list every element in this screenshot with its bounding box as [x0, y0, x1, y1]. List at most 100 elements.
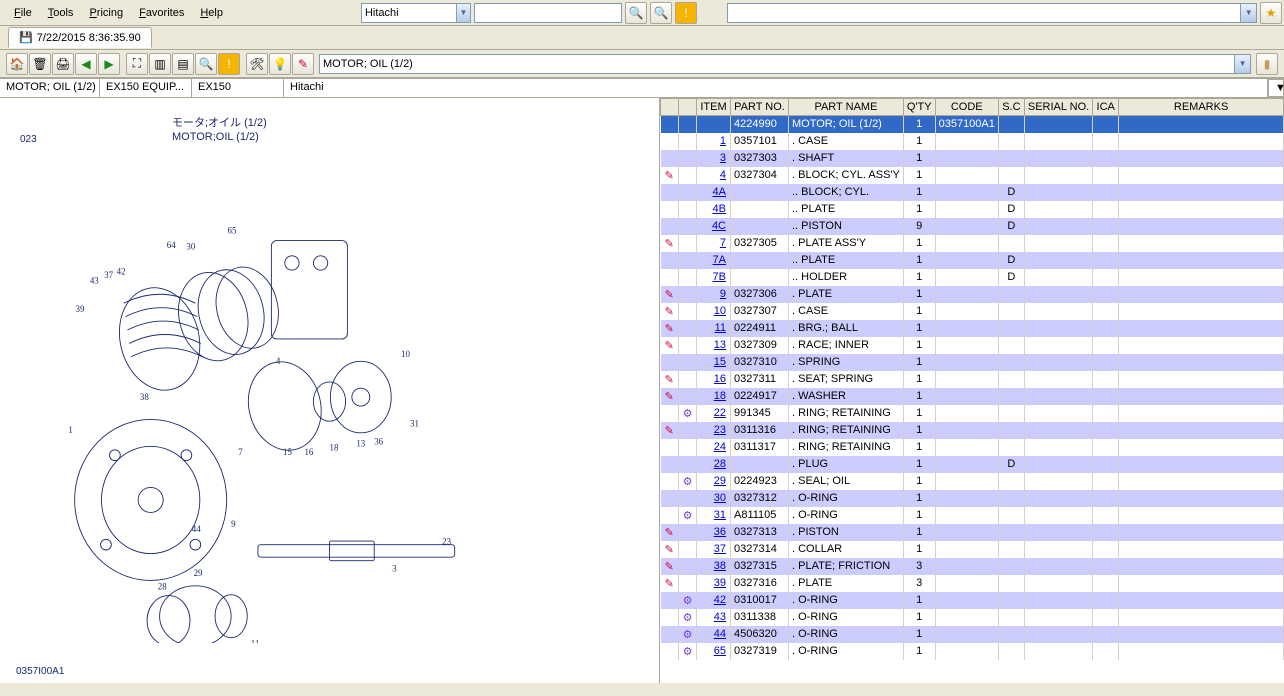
box-icon[interactable]: ▮: [1256, 53, 1278, 75]
item-link[interactable]: 39: [714, 577, 726, 589]
menu-pricing[interactable]: Pricing: [81, 4, 131, 22]
table-row[interactable]: 300327312. O-RING1: [661, 490, 1284, 507]
search1-input[interactable]: [475, 6, 621, 20]
item-link[interactable]: 4: [720, 169, 726, 181]
table-row[interactable]: 7A.. PLATE1D: [661, 252, 1284, 269]
item-link[interactable]: 28: [714, 458, 726, 470]
item-link[interactable]: 4B: [713, 203, 726, 215]
tools-icon[interactable]: 🛠: [246, 53, 268, 75]
table-row[interactable]: 4C.. PISTON9D: [661, 218, 1284, 235]
item-link[interactable]: 18: [714, 390, 726, 402]
item-link[interactable]: 29: [714, 475, 726, 487]
table-row[interactable]: ✎90327306. PLATE1: [661, 286, 1284, 303]
table-row[interactable]: ✎380327315. PLATE; FRICTION3: [661, 558, 1284, 575]
th-partname[interactable]: PART NAME: [789, 99, 904, 116]
nav-back-icon[interactable]: ◀: [75, 53, 97, 75]
item-link[interactable]: 7A: [713, 254, 726, 266]
th-partno[interactable]: PART NO.: [731, 99, 789, 116]
item-link[interactable]: 36: [714, 526, 726, 538]
table-row[interactable]: ⚙650327319. O-RING1: [661, 643, 1284, 660]
table-row[interactable]: ⚙22991345. RING; RETAINING1: [661, 405, 1284, 422]
item-link[interactable]: 23: [714, 424, 726, 436]
item-link[interactable]: 10: [714, 305, 726, 317]
table-row[interactable]: ⚙430311338. O-RING1: [661, 609, 1284, 626]
home-icon[interactable]: 🏠: [6, 53, 28, 75]
item-link[interactable]: 13: [714, 339, 726, 351]
nav-forward-icon[interactable]: ▶: [98, 53, 120, 75]
table-row[interactable]: 7B.. HOLDER1D: [661, 269, 1284, 286]
session-tab[interactable]: 💾 7/22/2015 8:36:35.90: [8, 27, 152, 48]
filter-icon[interactable]: 🗑: [29, 53, 51, 75]
table-row[interactable]: 240311317. RING; RETAINING1: [661, 439, 1284, 456]
parts-table-scroll[interactable]: ITEM PART NO. PART NAME Q'TY CODE S.C SE…: [660, 98, 1284, 683]
th-code[interactable]: CODE: [935, 99, 998, 116]
th-qty[interactable]: Q'TY: [903, 99, 935, 116]
th-serial[interactable]: SERIAL NO.: [1024, 99, 1092, 116]
item-link[interactable]: 4C: [712, 220, 726, 232]
zoom-icon[interactable]: 🔍: [195, 53, 217, 75]
menu-favorites[interactable]: Favorites: [131, 4, 192, 22]
page-icon[interactable]: ▤: [172, 53, 194, 75]
item-link[interactable]: 24: [714, 441, 726, 453]
diagram-pane[interactable]: 023 モータ;オイル (1/2) MOTOR;OIL (1/2) 0357I0…: [0, 98, 660, 683]
item-link[interactable]: 37: [714, 543, 726, 555]
table-row[interactable]: ✎230311316. RING; RETAINING1: [661, 422, 1284, 439]
table-row[interactable]: 30327303. SHAFT1: [661, 150, 1284, 167]
crumb-2[interactable]: EX150 EQUIP...: [100, 79, 192, 97]
title-field-input[interactable]: [320, 57, 1234, 71]
favorite-add-icon[interactable]: ★: [1260, 2, 1282, 24]
table-row[interactable]: ✎360327313. PISTON1: [661, 524, 1284, 541]
table-row[interactable]: ✎130327309. RACE; INNER1: [661, 337, 1284, 354]
dropdown-arrow-icon[interactable]: ▼: [1268, 79, 1284, 97]
table-row[interactable]: ✎370327314. COLLAR1: [661, 541, 1284, 558]
menu-tools[interactable]: Tools: [40, 4, 82, 22]
item-link[interactable]: 11: [715, 322, 726, 334]
brand-dropdown-input[interactable]: [362, 6, 456, 20]
columns-icon[interactable]: ▥: [149, 53, 171, 75]
item-link[interactable]: 4A: [713, 186, 726, 198]
table-row[interactable]: ⚙444506320. O-RING1: [661, 626, 1284, 643]
dropdown-arrow-icon[interactable]: ▼: [456, 4, 470, 22]
table-row[interactable]: ✎180224917. WASHER1: [661, 388, 1284, 405]
item-link[interactable]: 7: [720, 237, 726, 249]
table-row[interactable]: 10357101. CASE1: [661, 133, 1284, 150]
dropdown-arrow-icon[interactable]: ▼: [1234, 55, 1250, 73]
search-alt-icon[interactable]: 🔍: [650, 2, 672, 24]
table-row[interactable]: 150327310. SPRING1: [661, 354, 1284, 371]
item-link[interactable]: 30: [714, 492, 726, 504]
table-row[interactable]: ✎160327311. SEAT; SPRING1: [661, 371, 1284, 388]
crumb-1[interactable]: MOTOR; OIL (1/2): [0, 79, 100, 97]
table-row[interactable]: ⚙420310017. O-RING1: [661, 592, 1284, 609]
table-row[interactable]: ⚙290224923. SEAL; OIL1: [661, 473, 1284, 490]
table-row[interactable]: ✎390327316. PLATE3: [661, 575, 1284, 592]
menu-file[interactable]: File: [6, 4, 40, 22]
item-link[interactable]: 42: [714, 594, 726, 606]
item-link[interactable]: 22: [714, 407, 726, 419]
th-ica[interactable]: ICA: [1093, 99, 1119, 116]
crumb-3[interactable]: EX150: [192, 79, 284, 97]
search-icon[interactable]: 🔍: [625, 2, 647, 24]
fit-icon[interactable]: ⛶: [126, 53, 148, 75]
item-link[interactable]: 43: [714, 611, 726, 623]
th-remarks[interactable]: REMARKS: [1119, 99, 1284, 116]
dropdown-arrow-icon[interactable]: ▼: [1240, 4, 1256, 22]
print-icon[interactable]: 🖨: [52, 53, 74, 75]
search2-input[interactable]: [728, 6, 1240, 20]
item-link[interactable]: 1: [720, 135, 726, 147]
brand-dropdown[interactable]: ▼: [361, 3, 471, 23]
table-row[interactable]: ⚙31A811105. O-RING1: [661, 507, 1284, 524]
table-row[interactable]: ✎70327305. PLATE ASS'Y1: [661, 235, 1284, 252]
search1-dropdown[interactable]: [474, 3, 622, 23]
item-link[interactable]: 3: [720, 152, 726, 164]
table-row[interactable]: 28. PLUG1D: [661, 456, 1284, 473]
table-row[interactable]: 4B.. PLATE1D: [661, 201, 1284, 218]
item-link[interactable]: 7B: [713, 271, 726, 283]
item-link[interactable]: 31: [714, 509, 726, 521]
table-row[interactable]: 4224990MOTOR; OIL (1/2)10357100A1: [661, 116, 1284, 133]
table-row[interactable]: ✎100327307. CASE1: [661, 303, 1284, 320]
table-row[interactable]: ✎40327304. BLOCK; CYL. ASS'Y1: [661, 167, 1284, 184]
item-link[interactable]: 65: [714, 645, 726, 657]
item-link[interactable]: 15: [714, 356, 726, 368]
item-link[interactable]: 38: [714, 560, 726, 572]
warning-icon[interactable]: !: [218, 53, 240, 75]
